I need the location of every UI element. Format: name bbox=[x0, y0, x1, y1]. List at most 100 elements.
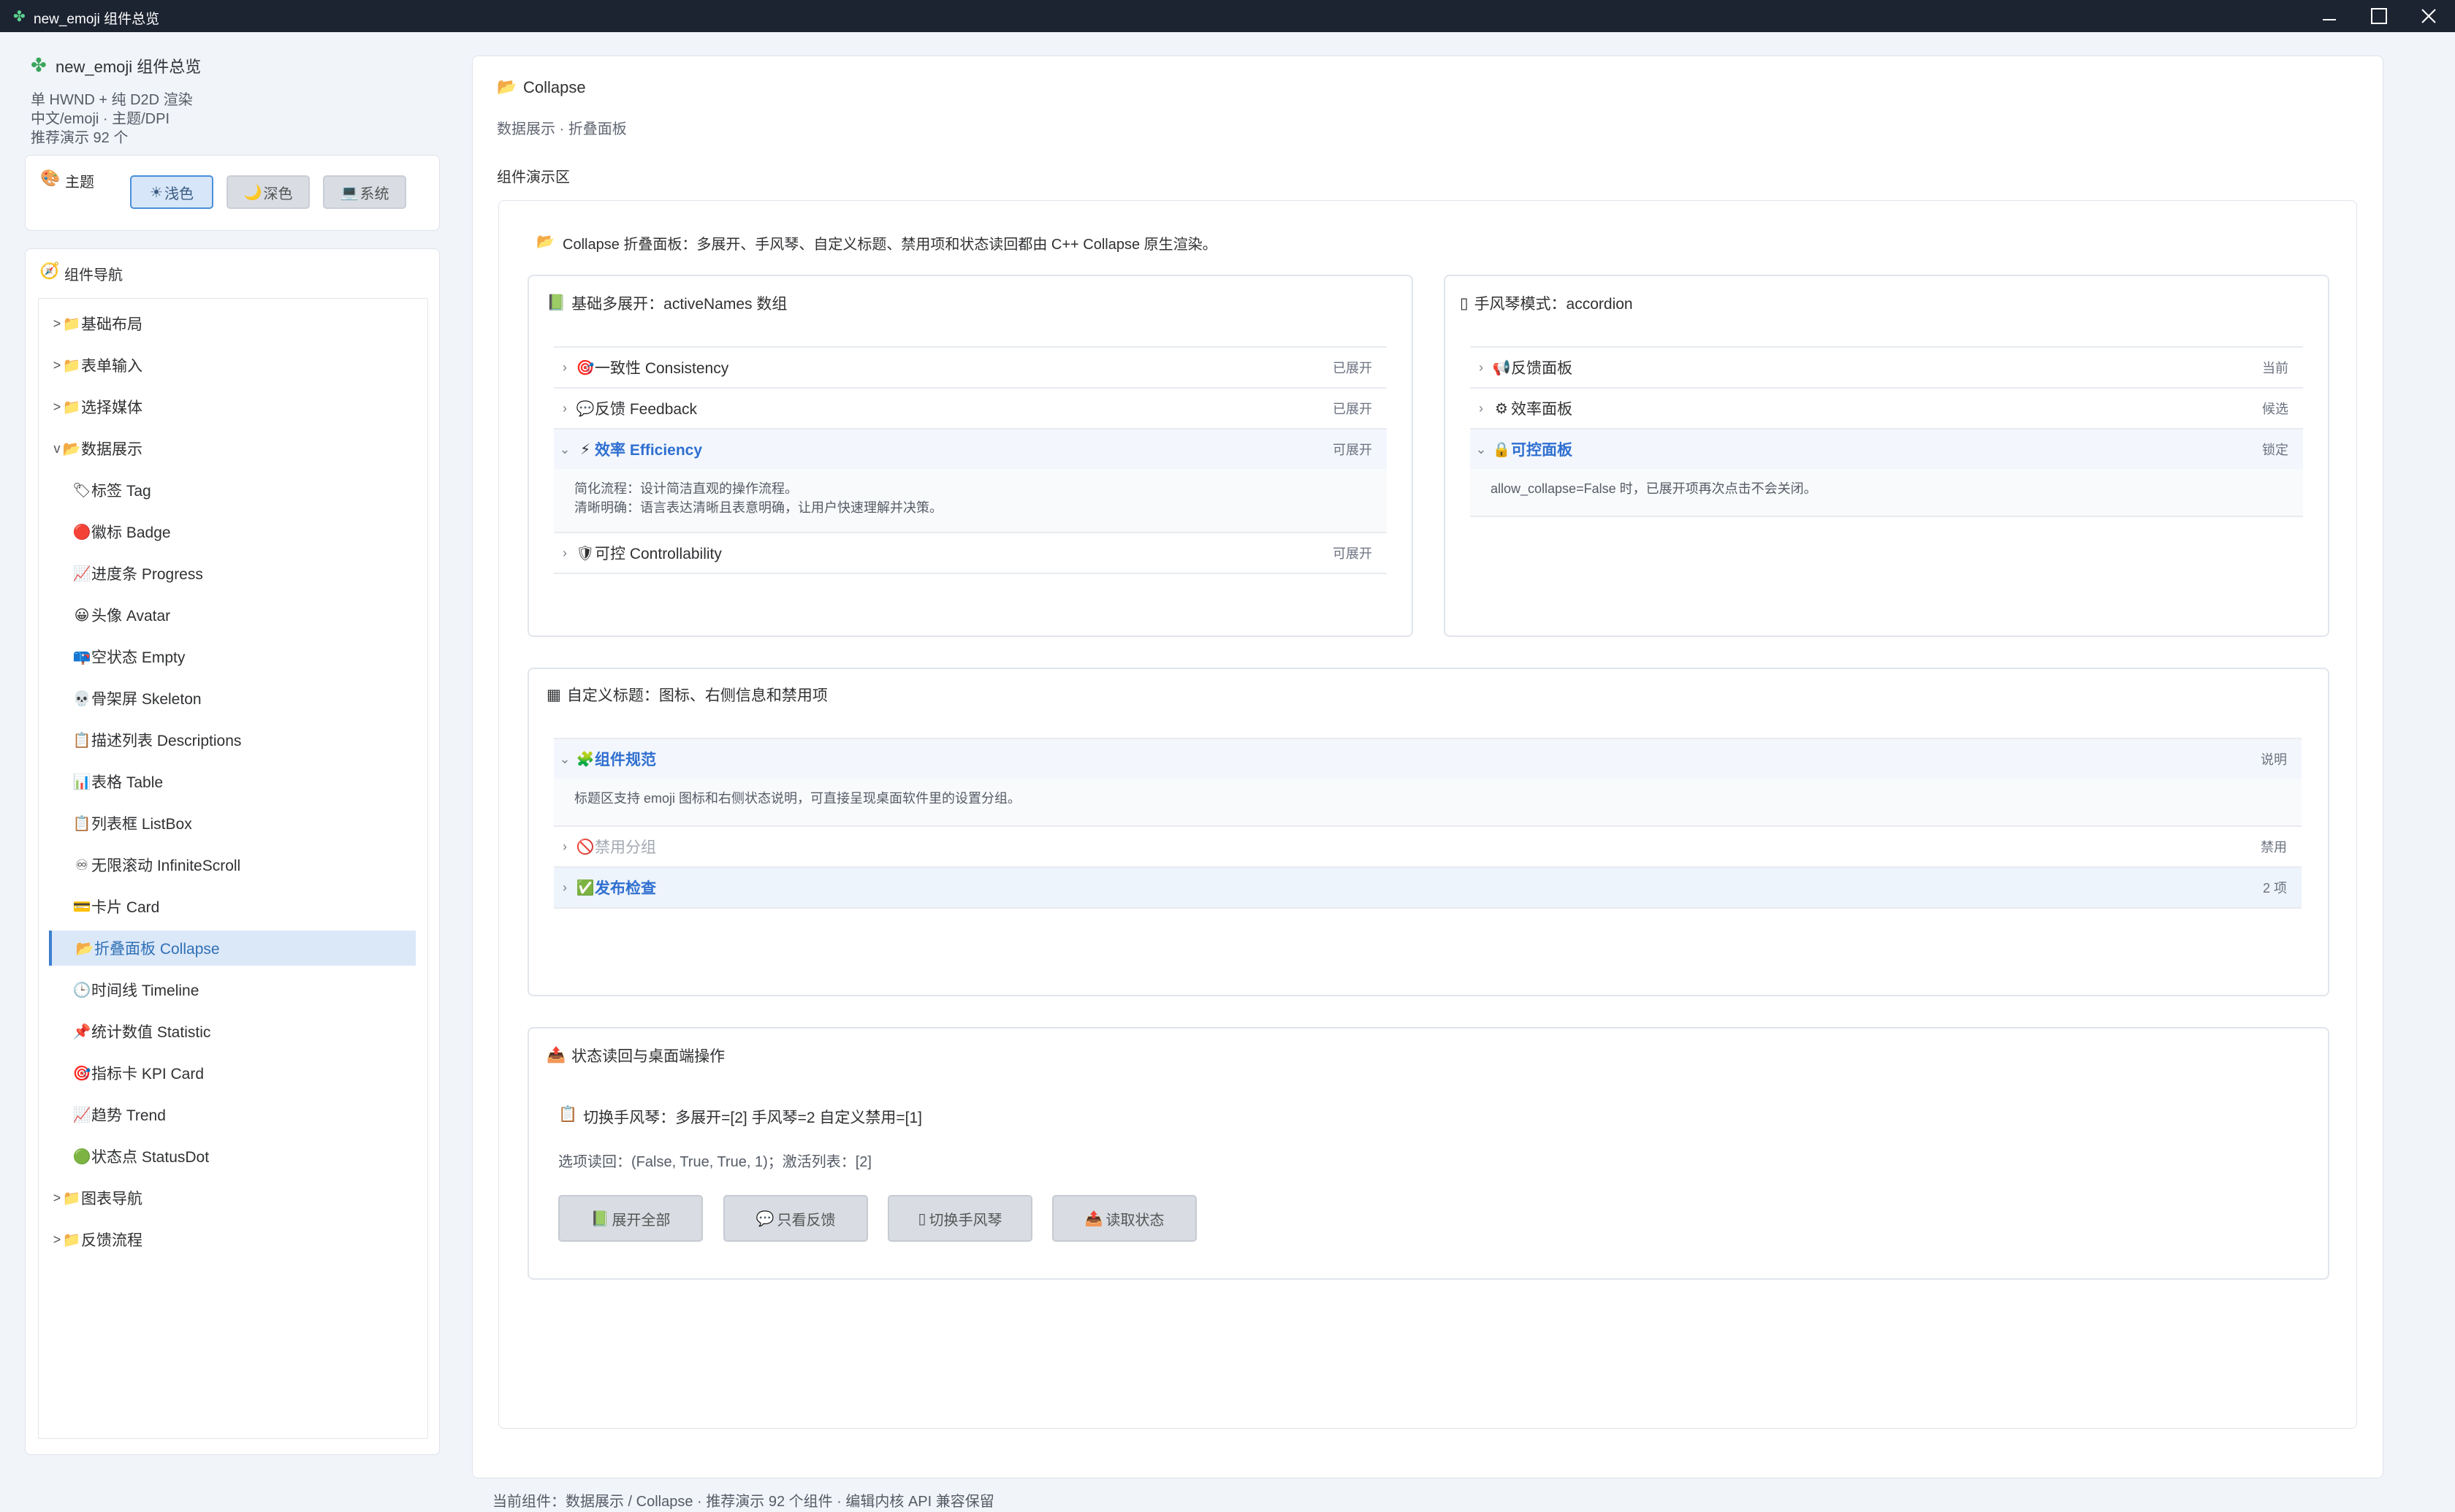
item-title: 禁用分组 bbox=[595, 839, 656, 856]
nav-item[interactable]: > 📁 图表导航 bbox=[49, 1180, 416, 1215]
nav-item[interactable]: 🏷 标签 Tag bbox=[49, 473, 416, 508]
theme-light-button[interactable]: ☀ 浅色 bbox=[130, 175, 213, 209]
component-nav-list[interactable]: > 📁 基础布局 > 📁 表单输入 > 📁 选择媒体 v 📂 数据展示 🏷 标签 Tag 🔴 徽标 Badge… bbox=[38, 298, 428, 1439]
feedback-only-button[interactable]: 💬 只看反馈 bbox=[723, 1195, 868, 1242]
collapse-bottom-border bbox=[554, 907, 2302, 909]
chevron-icon: > bbox=[53, 357, 61, 373]
collapse-item-header[interactable]: ⌄ 🔒 可控面板 锁定 bbox=[1470, 428, 2303, 469]
collapse-item-header[interactable]: › ⚙ 效率面板 候选 bbox=[1470, 387, 2303, 428]
item-icon: 🎯 bbox=[576, 359, 595, 376]
nav-item[interactable]: v 📂 数据展示 bbox=[49, 431, 416, 466]
chevron-down-icon: ⌄ bbox=[559, 441, 571, 457]
content-line: 清晰明确：语言表达清晰且表意明确，让用户快速理解并决策。 bbox=[574, 500, 943, 515]
nav-item[interactable]: 🟢 状态点 StatusDot bbox=[49, 1139, 416, 1174]
nav-item[interactable]: 🕒 时间线 Timeline bbox=[49, 972, 416, 1007]
content-line: 标题区支持 emoji 图标和右侧状态说明，可直接呈现桌面软件里的设置分组。 bbox=[574, 791, 1021, 806]
collapse-item-header[interactable]: › 🎯 一致性 Consistency 已展开 bbox=[554, 346, 1387, 387]
nav-item[interactable]: 📋 列表框 ListBox bbox=[49, 806, 416, 841]
nav-item[interactable]: 📈 进度条 Progress bbox=[49, 556, 416, 591]
nav-item-label: 反馈流程 bbox=[81, 1232, 142, 1249]
demo-area-label: 组件演示区 bbox=[497, 169, 570, 186]
item-status: 锁定 bbox=[2262, 443, 2288, 457]
minimize-button[interactable] bbox=[2315, 4, 2344, 28]
item-icon: 🧩 bbox=[576, 751, 595, 768]
item-icon: 🔒 bbox=[1492, 441, 1511, 458]
close-icon bbox=[2421, 9, 2436, 23]
expand-all-button[interactable]: 📗 展开全部 bbox=[558, 1195, 703, 1242]
collapse-item-header[interactable]: ⌄ ⚡ 效率 Efficiency 可展开 bbox=[554, 428, 1387, 469]
nav-item[interactable]: > 📁 基础布局 bbox=[49, 306, 416, 341]
collapse-item-header[interactable]: › 📢 反馈面板 当前 bbox=[1470, 346, 2303, 387]
nav-item-icon: 💳 bbox=[72, 898, 91, 915]
basic-card-title: 📗 基础多展开：activeNames 数组 bbox=[547, 294, 788, 313]
read-state-button[interactable]: 📤 读取状态 bbox=[1052, 1195, 1197, 1242]
panel-icon: ▯ bbox=[918, 1210, 926, 1227]
intro-text: Collapse 折叠面板：多展开、手风琴、自定义标题、禁用项和状态读回都由 C… bbox=[563, 237, 1217, 253]
nav-item[interactable]: 📈 趋势 Trend bbox=[49, 1097, 416, 1132]
item-icon: ⚙ bbox=[1495, 400, 1508, 417]
nav-item[interactable]: 📌 统计数值 Statistic bbox=[49, 1014, 416, 1049]
theme-dark-button[interactable]: 🌙 深色 bbox=[227, 175, 310, 209]
nav-item[interactable]: 📪 空状态 Empty bbox=[49, 639, 416, 674]
chevron-icon: > bbox=[53, 316, 61, 331]
item-status: 已展开 bbox=[1333, 402, 1372, 416]
theme-label: 主题 bbox=[65, 175, 94, 191]
window-title-bar: ✤ new_emoji 组件总览 bbox=[0, 0, 2455, 32]
nav-item-icon: ♾ bbox=[75, 857, 88, 874]
nav-item[interactable]: 📋 描述列表 Descriptions bbox=[49, 722, 416, 757]
collapse-item-header[interactable]: › 💬 反馈 Feedback 已展开 bbox=[554, 387, 1387, 428]
nav-item-icon: 📁 bbox=[62, 399, 81, 416]
nav-item-icon: 📊 bbox=[72, 774, 91, 790]
nav-item-icon: 📁 bbox=[62, 357, 81, 374]
collapse-item-header[interactable]: › 🛡 可控 Controllability 可展开 bbox=[554, 532, 1387, 573]
nav-item[interactable]: > 📁 表单输入 bbox=[49, 348, 416, 383]
nav-item[interactable]: ♾ 无限滚动 InfiniteScroll bbox=[49, 847, 416, 882]
nav-item-label: 趋势 Trend bbox=[91, 1107, 166, 1124]
chevron-right-icon: › bbox=[1479, 400, 1483, 416]
info-line: 中文/emoji · 主题/DPI bbox=[31, 111, 170, 127]
upload-icon: 📤 bbox=[1084, 1210, 1103, 1227]
item-title: 效率 Efficiency bbox=[595, 442, 703, 459]
theme-system-button[interactable]: 💻 系统 bbox=[323, 175, 406, 209]
collapse-item-content: 标题区支持 emoji 图标和右侧状态说明，可直接呈现桌面软件里的设置分组。 bbox=[554, 779, 2302, 825]
collapse-item-header[interactable]: › ✅ 发布检查 2 项 bbox=[554, 866, 2302, 907]
nav-item-icon: 🎯 bbox=[72, 1065, 91, 1082]
toggle-accordion-button[interactable]: ▯ 切换手风琴 bbox=[888, 1195, 1032, 1242]
page-title: Collapse bbox=[523, 78, 586, 96]
app-name: new_emoji 组件总览 bbox=[56, 58, 202, 76]
upload-icon: 📤 bbox=[547, 1047, 566, 1064]
chevron-right-icon: › bbox=[563, 400, 567, 416]
item-title: 效率面板 bbox=[1511, 401, 1572, 418]
close-button[interactable] bbox=[2414, 4, 2443, 28]
maximize-button[interactable] bbox=[2364, 4, 2394, 28]
nav-item-label: 空状态 Empty bbox=[91, 649, 186, 666]
nav-item-label: 选择媒体 bbox=[81, 400, 142, 416]
nav-item[interactable]: 🔴 徽标 Badge bbox=[49, 514, 416, 549]
item-title: 可控 Controllability bbox=[595, 546, 722, 562]
nav-item[interactable]: 💀 骨架屏 Skeleton bbox=[49, 681, 416, 716]
nav-item[interactable]: > 📁 反馈流程 bbox=[49, 1222, 416, 1257]
nav-item[interactable]: 💳 卡片 Card bbox=[49, 889, 416, 924]
item-status: 可展开 bbox=[1333, 443, 1372, 457]
collapse-item-header[interactable]: ⌄ 🧩 组件规范 说明 bbox=[554, 738, 2302, 779]
nav-item-label: 骨架屏 Skeleton bbox=[91, 691, 202, 708]
nav-item[interactable]: 📊 表格 Table bbox=[49, 764, 416, 799]
palette-icon: 🎨 bbox=[40, 169, 61, 187]
item-title: 反馈面板 bbox=[1511, 360, 1572, 377]
state-summary: 📋 切换手风琴：多展开=[2] 手风琴=2 自定义禁用=[1] bbox=[558, 1106, 922, 1126]
nav-item[interactable]: 📂 折叠面板 Collapse bbox=[49, 931, 416, 966]
item-title: 发布检查 bbox=[595, 880, 656, 897]
info-line: 推荐演示 92 个 bbox=[31, 130, 129, 146]
nav-item-icon: 📂 bbox=[62, 440, 81, 457]
item-status: 可展开 bbox=[1333, 546, 1372, 561]
chevron-down-icon: ⌄ bbox=[559, 751, 571, 766]
nav-item[interactable]: > 📁 选择媒体 bbox=[49, 389, 416, 424]
nav-item-icon: 📈 bbox=[72, 1107, 91, 1123]
item-title: 组件规范 bbox=[595, 752, 656, 768]
maximize-icon bbox=[2371, 8, 2387, 24]
state-readback-text: 选项读回：(False, True, True, 1)；激活列表：[2] bbox=[558, 1154, 872, 1170]
nav-item[interactable]: 🎯 指标卡 KPI Card bbox=[49, 1055, 416, 1091]
item-icon: ✅ bbox=[576, 879, 595, 896]
nav-item[interactable]: 😀 头像 Avatar bbox=[49, 597, 416, 633]
nav-item-label: 无限滚动 InfiniteScroll bbox=[91, 858, 241, 874]
